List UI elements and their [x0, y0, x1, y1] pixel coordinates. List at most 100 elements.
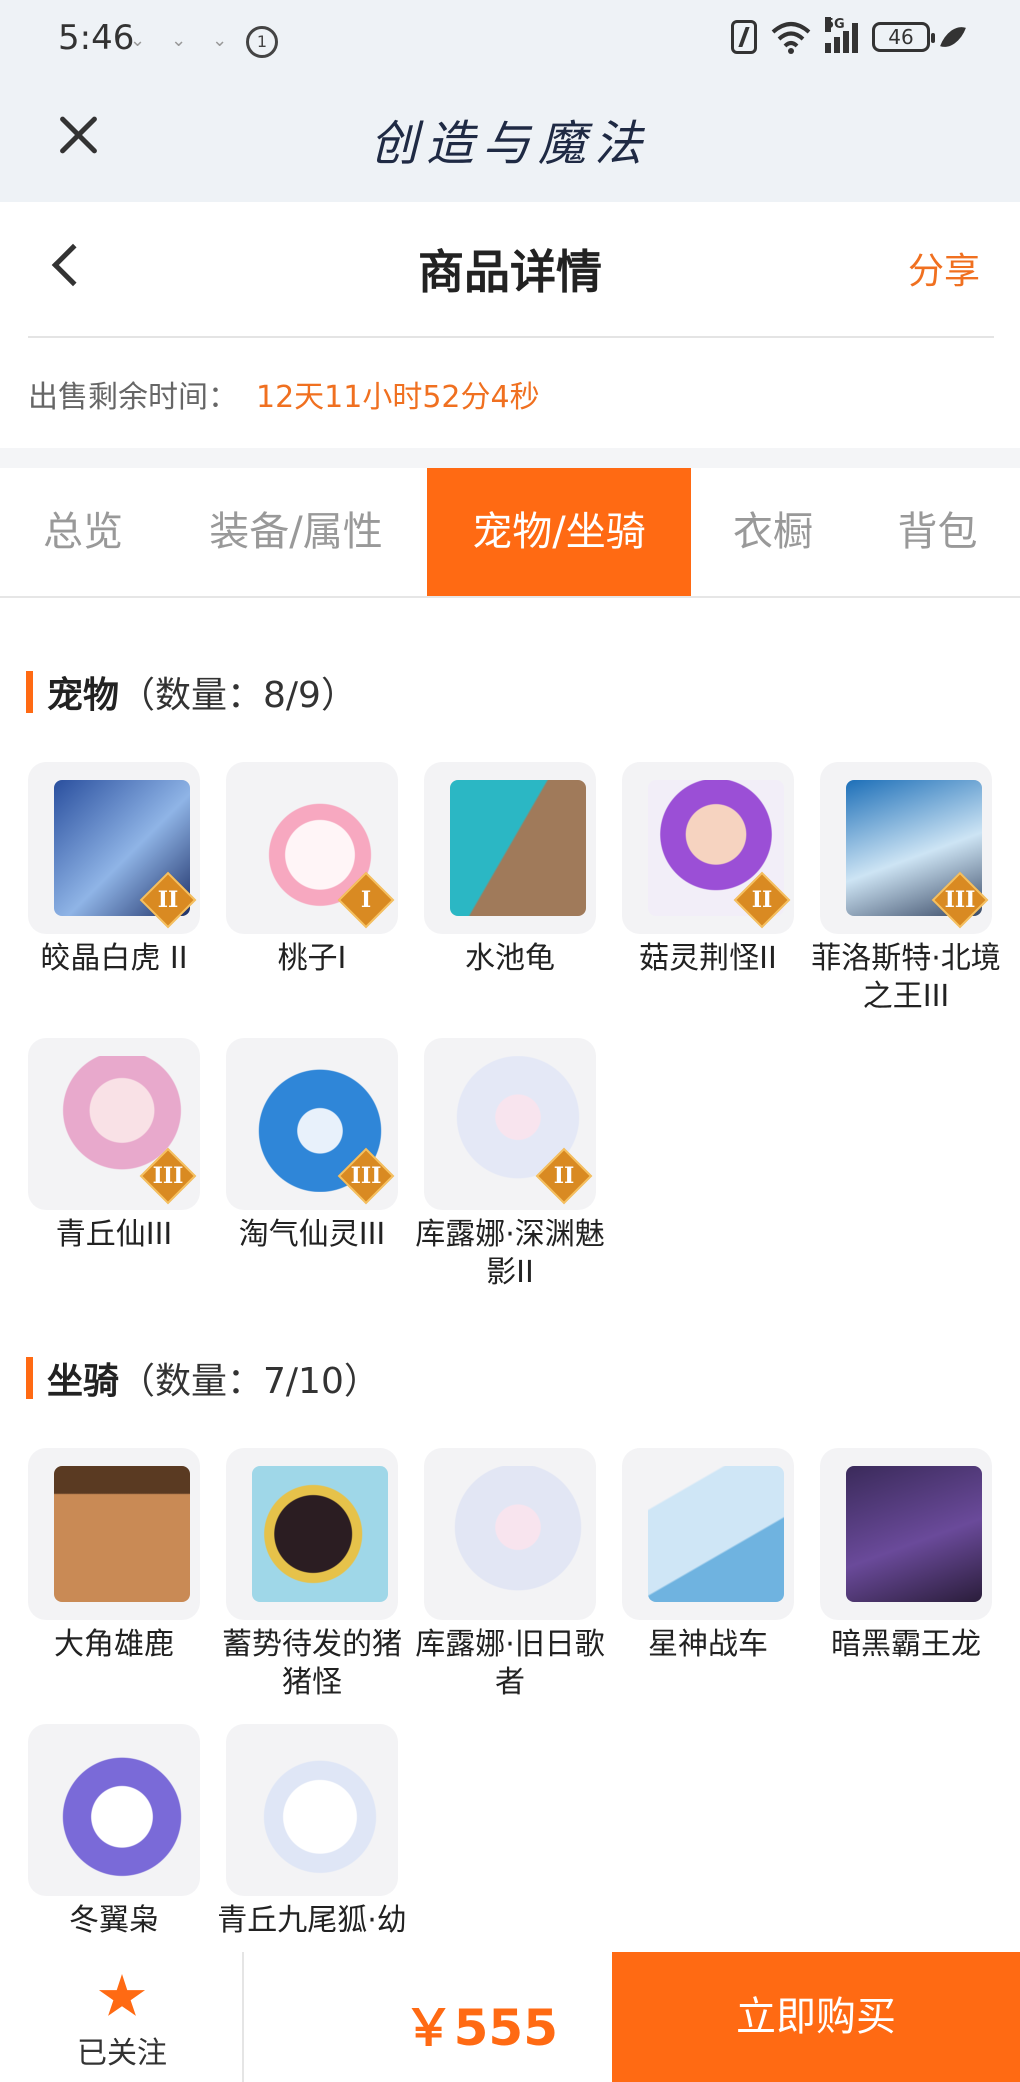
nfc-icon	[731, 20, 757, 54]
mount-name: 大角雄鹿	[54, 1627, 174, 1662]
mount-name: 冬翼枭	[69, 1903, 159, 1938]
notification-icons: ⌄⌄⌄	[130, 30, 254, 51]
mount-image	[648, 1466, 784, 1602]
mount-name: 青丘九尾狐·幼	[217, 1903, 407, 1938]
pet-name: 菇灵荆怪II	[639, 941, 777, 976]
mount-image	[54, 1466, 190, 1602]
mount-image	[252, 1742, 388, 1878]
mount-item[interactable]: 青丘九尾狐·幼	[217, 1724, 407, 1940]
pet-thumbnail: II	[28, 762, 200, 934]
mount-image	[846, 1466, 982, 1602]
mount-name: 星神战车	[648, 1627, 768, 1662]
wifi-icon	[771, 20, 811, 54]
rank-badge-text: III	[944, 887, 976, 913]
mount-image	[54, 1742, 190, 1878]
status-time: 5:46	[58, 18, 135, 58]
mount-name: 库露娜·旧日歌者	[415, 1627, 605, 1700]
section-name: 宠物	[47, 675, 120, 716]
share-button[interactable]: 分享	[908, 242, 980, 294]
pet-thumbnail: III	[28, 1038, 200, 1210]
battery-icon: 46	[872, 22, 935, 52]
app-header: 创造与魔法	[0, 82, 1020, 202]
nav-bar: 商品详情 分享	[0, 202, 1020, 338]
rank-badge-text: II	[751, 887, 773, 913]
pets-section-title: 宠物 （数量：8/9）	[26, 670, 357, 716]
tab-bar: 总览 装备/属性 宠物/坐骑 衣橱 背包	[0, 468, 1020, 598]
section-name: 坐骑	[47, 1361, 120, 1402]
data-saver-icon: 1	[246, 26, 278, 58]
mount-thumbnail	[226, 1448, 398, 1620]
section-count: （数量：8/9）	[119, 675, 357, 716]
rank-badge-text: III	[350, 1163, 382, 1189]
pet-item[interactable]: I 桃子I	[224, 762, 400, 978]
pet-item[interactable]: III 菲洛斯特·北境之王III	[811, 762, 1001, 1016]
mount-image	[252, 1466, 388, 1602]
network-type-label: 5G	[825, 17, 845, 32]
pet-name: 库露娜·深渊魅影II	[415, 1217, 605, 1290]
mounts-section-title: 坐骑 （数量：7/10）	[26, 1356, 380, 1402]
tab-equipment[interactable]: 装备/属性	[166, 468, 426, 596]
section-gap	[0, 448, 1020, 468]
mount-item[interactable]: 冬翼枭	[26, 1724, 202, 1940]
pet-thumbnail: III	[820, 762, 992, 934]
pet-name: 淘气仙灵III	[238, 1217, 386, 1252]
mount-thumbnail	[820, 1448, 992, 1620]
pet-name: 桃子I	[277, 941, 347, 976]
rank-badge-text: II	[553, 1163, 575, 1189]
follow-button[interactable]: 已关注	[0, 1952, 244, 2082]
app-title: 创造与魔法	[369, 116, 650, 172]
price: ￥555	[403, 1999, 558, 2057]
pet-name: 皎晶白虎 II	[40, 941, 188, 976]
mount-thumbnail	[622, 1448, 794, 1620]
rank-badge-text: II	[157, 887, 179, 913]
pet-item[interactable]: III 青丘仙III	[26, 1038, 202, 1254]
tab-wardrobe[interactable]: 衣橱	[691, 468, 855, 596]
pet-item[interactable]: II 库露娜·深渊魅影II	[415, 1038, 605, 1292]
section-marker	[26, 1357, 33, 1399]
buy-now-button[interactable]: 立即购买	[612, 1952, 1020, 2082]
power-saving-icon	[940, 21, 966, 53]
star-icon	[98, 1974, 146, 2016]
mount-item[interactable]: 库露娜·旧日歌者	[415, 1448, 605, 1702]
pet-name: 水池龟	[465, 941, 555, 976]
page-title: 商品详情	[418, 245, 602, 299]
mount-image	[450, 1466, 586, 1602]
section-count: （数量：7/10）	[119, 1361, 380, 1402]
pet-thumbnail: I	[226, 762, 398, 934]
pet-item[interactable]: III 淘气仙灵III	[224, 1038, 400, 1254]
pet-thumbnail: II	[424, 1038, 596, 1210]
tab-overview[interactable]: 总览	[0, 468, 166, 596]
rank-badge-text: I	[360, 887, 372, 913]
status-indicators: 5G 46	[731, 17, 966, 54]
mount-thumbnail	[28, 1724, 200, 1896]
sale-time-label: 出售剩余时间：	[28, 380, 238, 415]
pet-name: 菲洛斯特·北境之王III	[811, 941, 1001, 1014]
mount-thumbnail	[28, 1448, 200, 1620]
pet-thumbnail: III	[226, 1038, 398, 1210]
sale-time-row: 出售剩余时间： 12天11小时52分4秒	[0, 338, 1020, 448]
mount-name: 蓄势待发的猪猪怪	[222, 1627, 402, 1700]
pet-item[interactable]: 水池龟	[422, 762, 598, 978]
pet-thumbnail: II	[622, 762, 794, 934]
pet-name: 青丘仙III	[55, 1217, 173, 1252]
follow-label: 已关注	[77, 2036, 167, 2071]
rank-badge-text: III	[152, 1163, 184, 1189]
mount-thumbnail	[424, 1448, 596, 1620]
pet-item[interactable]: II 菇灵荆怪II	[620, 762, 796, 978]
tab-backpack[interactable]: 背包	[855, 468, 1020, 596]
mount-name: 暗黑霸王龙	[831, 1627, 981, 1662]
mount-item[interactable]: 暗黑霸王龙	[818, 1448, 994, 1664]
pet-image	[450, 780, 586, 916]
pet-thumbnail	[424, 762, 596, 934]
mount-item[interactable]: 大角雄鹿	[26, 1448, 202, 1664]
section-marker	[26, 671, 33, 713]
mount-item[interactable]: 星神战车	[620, 1448, 796, 1664]
status-bar: 5:46 ⌄⌄⌄ 1 5G 46	[0, 0, 1020, 82]
pet-item[interactable]: II 皎晶白虎 II	[26, 762, 202, 978]
mount-item[interactable]: 蓄势待发的猪猪怪	[222, 1448, 402, 1702]
cellular-signal-icon: 5G	[825, 17, 858, 53]
mount-thumbnail	[226, 1724, 398, 1896]
sale-time-value: 12天11小时52分4秒	[256, 380, 540, 415]
bottom-action-bar: 已关注 ￥555 立即购买	[0, 1952, 1020, 2082]
tab-pets-mounts[interactable]: 宠物/坐骑	[427, 468, 691, 596]
